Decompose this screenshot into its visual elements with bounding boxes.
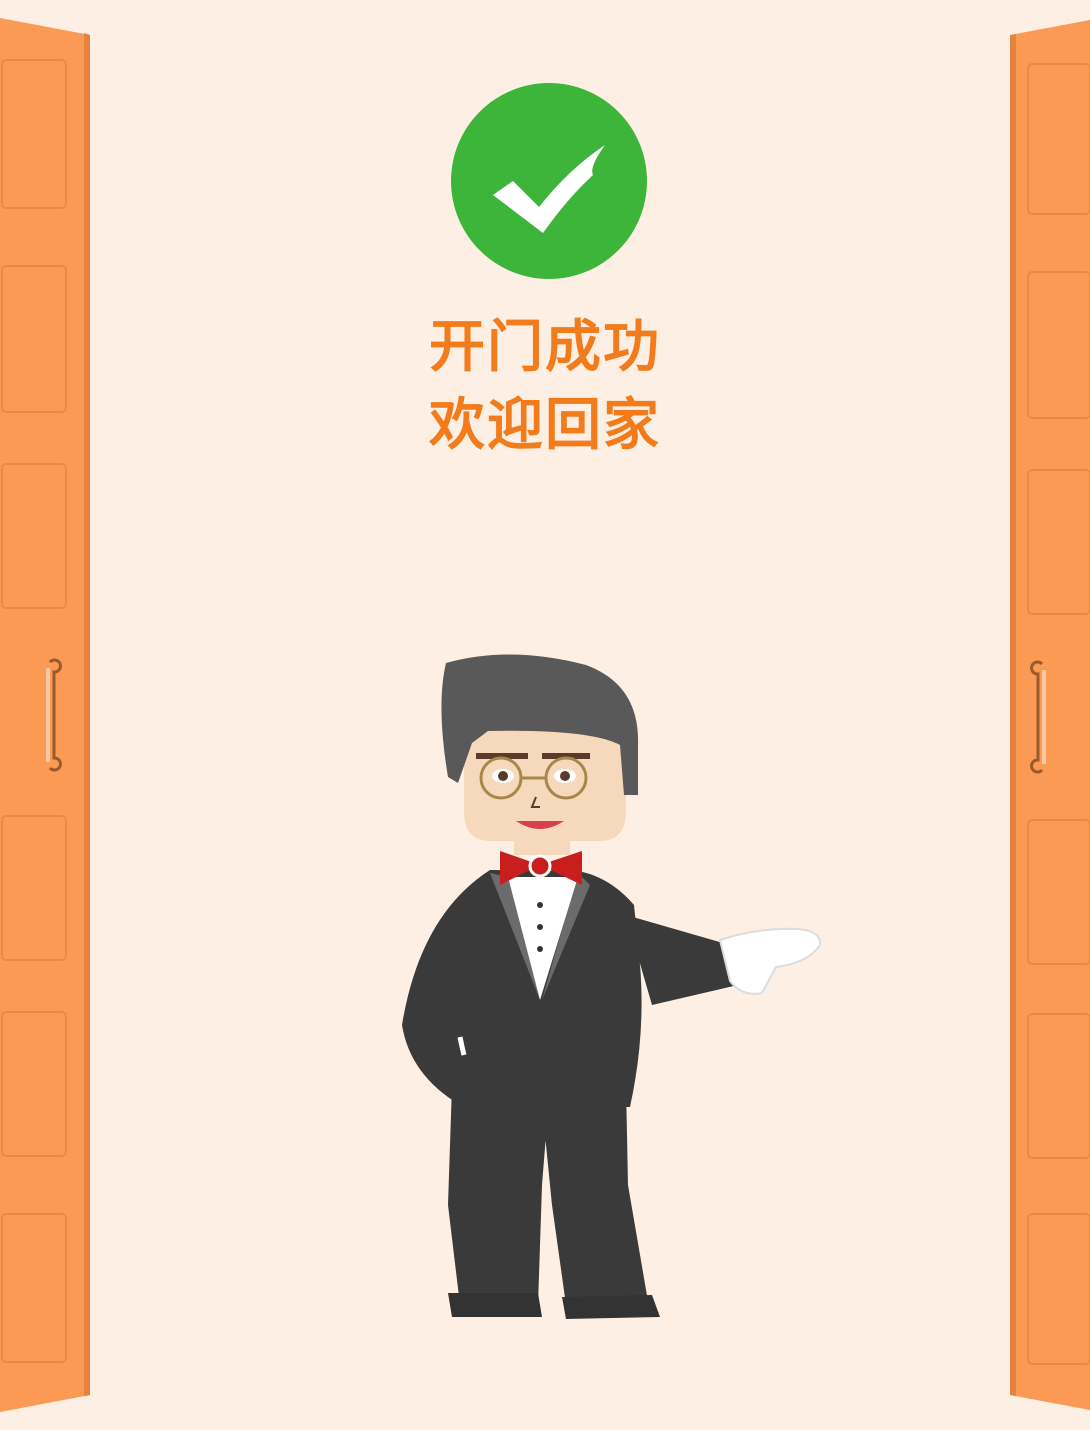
left-door-icon: [0, 18, 90, 1412]
status-title: 开门成功: [429, 315, 661, 380]
welcome-message: 欢迎回家: [429, 393, 661, 458]
check-circle-icon: [451, 83, 647, 279]
right-door-icon: [1010, 20, 1090, 1410]
door-open-screen: 开门成功 欢迎回家: [0, 0, 1090, 1430]
butler-icon: [402, 654, 822, 1319]
